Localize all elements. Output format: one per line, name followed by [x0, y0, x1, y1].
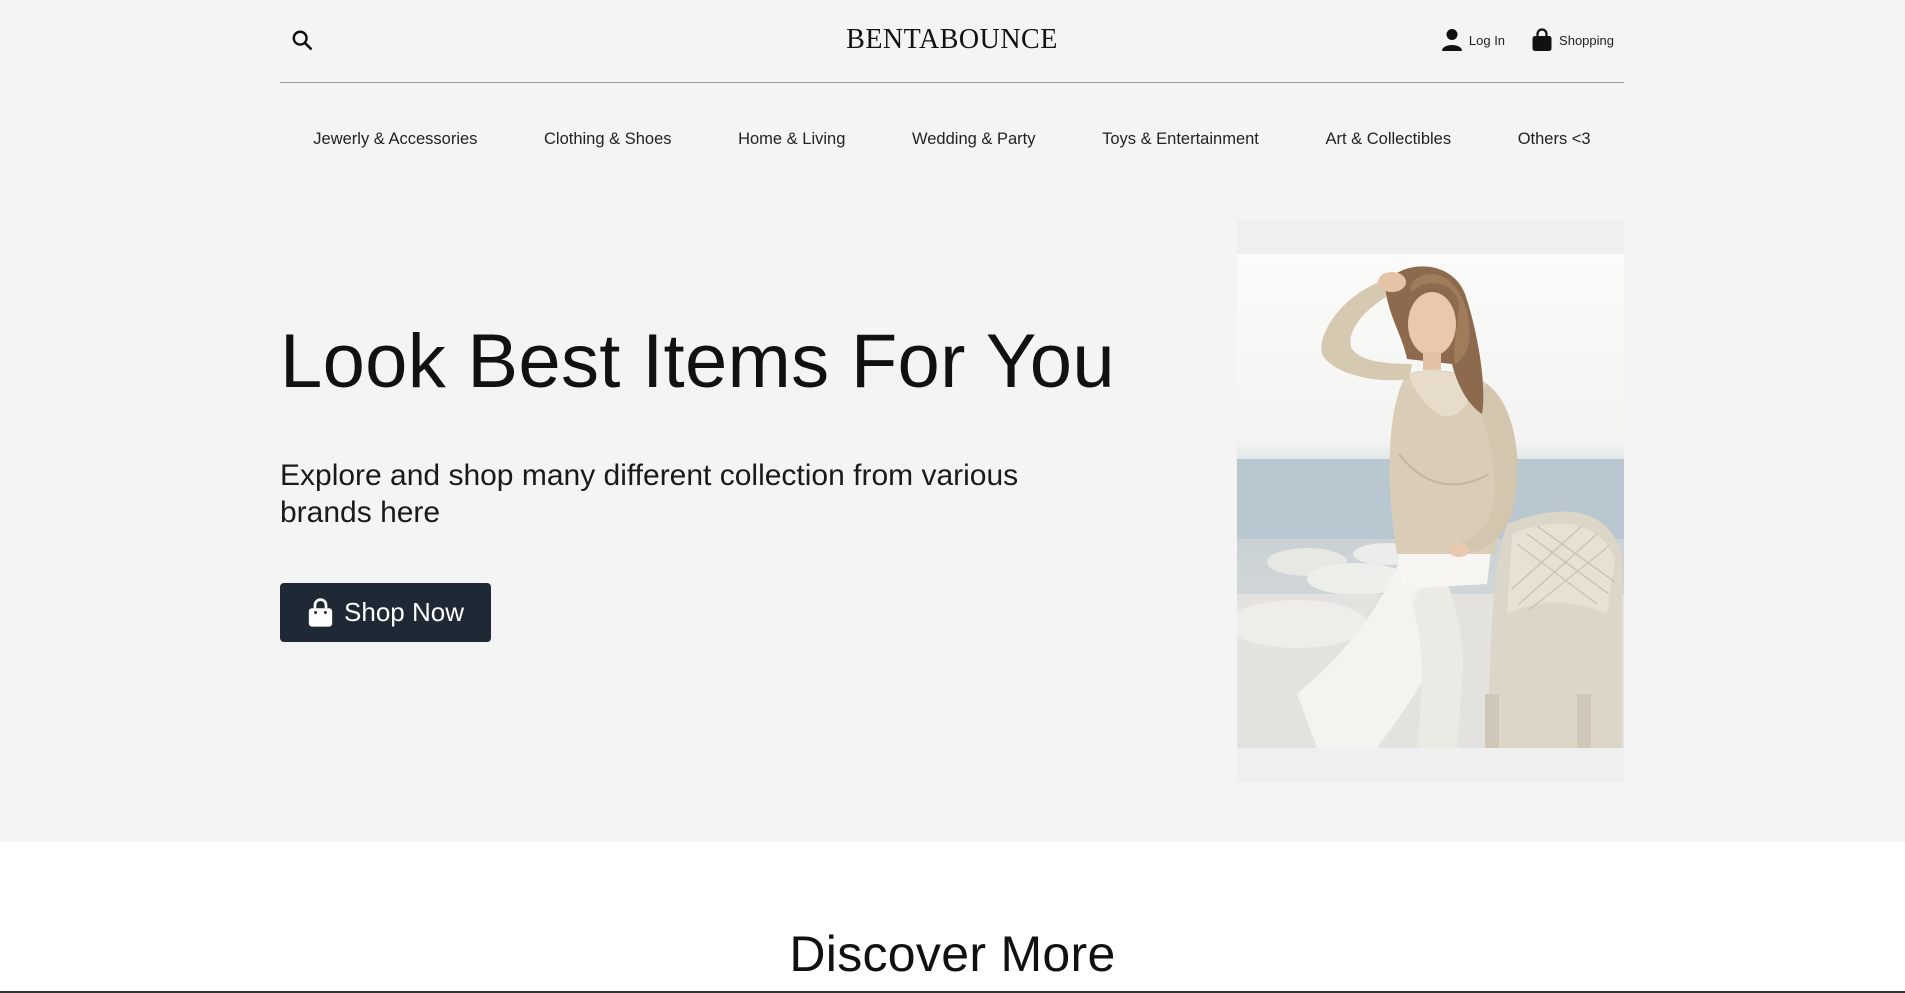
login-label: Log In	[1468, 32, 1506, 48]
nav-item-wedding[interactable]: Wedding & Party	[912, 130, 1036, 149]
site-header: BENTABOUNCE Log In Shopping	[280, 0, 1624, 83]
shopping-bag-icon	[1532, 28, 1552, 51]
nav-item-others[interactable]: Others <3	[1518, 130, 1591, 149]
shopping-label: Shopping	[1559, 32, 1614, 48]
login-link[interactable]: Log In	[1441, 28, 1505, 52]
nav-item-jewelry[interactable]: Jewerly & Accessories	[313, 130, 477, 149]
shop-now-label: Shop Now	[344, 597, 464, 627]
page-container: BENTABOUNCE Log In Shopping Jewerly & Ac…	[280, 0, 1624, 842]
brand-logo[interactable]: BENTABOUNCE	[280, 24, 1624, 56]
shopping-link[interactable]: Shopping	[1531, 28, 1614, 52]
discover-more-heading: Discover More	[789, 926, 1116, 982]
shopping-bag-icon	[308, 598, 333, 627]
nav-item-home[interactable]: Home & Living	[738, 130, 845, 149]
nav-item-clothing[interactable]: Clothing & Shoes	[544, 130, 672, 149]
user-icon	[1441, 29, 1462, 51]
brand-name: BENTABOUNCE	[846, 24, 1058, 55]
hero-image-frame	[1237, 220, 1624, 782]
shop-now-button[interactable]: Shop Now	[280, 583, 491, 642]
nav-item-art[interactable]: Art & Collectibles	[1325, 130, 1451, 149]
hero-subtitle: Explore and shop many different collecti…	[280, 459, 1019, 529]
model-photo-illustration	[1237, 266, 1624, 748]
hero-photo	[1237, 254, 1624, 748]
header-actions: Log In Shopping	[1441, 28, 1614, 52]
category-nav: Jewerly & Accessories Clothing & Shoes H…	[280, 130, 1624, 149]
hero-title: Look Best Items For You	[280, 319, 1115, 404]
nav-item-toys[interactable]: Toys & Entertainment	[1102, 130, 1259, 149]
